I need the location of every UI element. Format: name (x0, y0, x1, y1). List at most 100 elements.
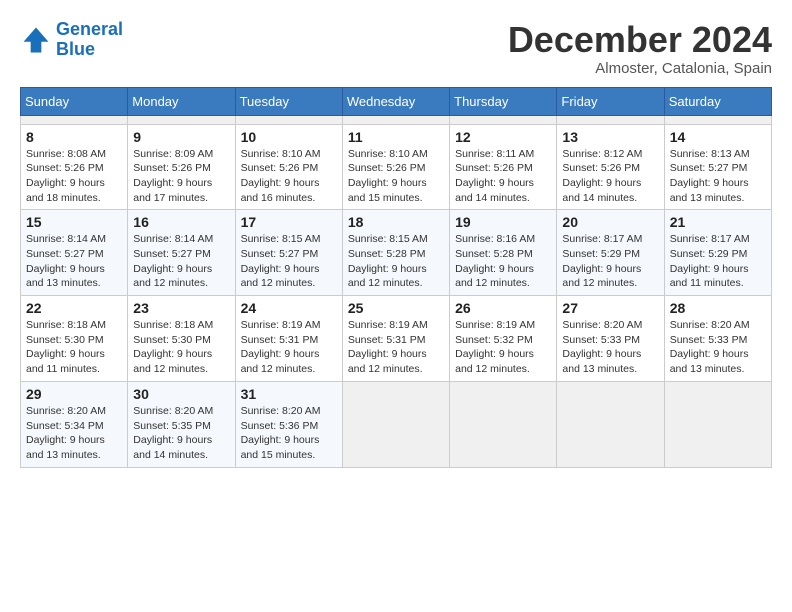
calendar-day-cell: 9 Sunrise: 8:09 AMSunset: 5:26 PMDaylight… (128, 124, 235, 210)
day-info: Sunrise: 8:20 AMSunset: 5:33 PMDaylight:… (562, 318, 658, 377)
weekday-header: Friday (557, 87, 664, 115)
calendar-day-cell: 15 Sunrise: 8:14 AMSunset: 5:27 PMDayligh… (21, 210, 128, 296)
day-info: Sunrise: 8:19 AMSunset: 5:31 PMDaylight:… (241, 318, 337, 377)
day-info: Sunrise: 8:10 AMSunset: 5:26 PMDaylight:… (241, 147, 337, 206)
weekday-header: Thursday (450, 87, 557, 115)
calendar-week-row: 22 Sunrise: 8:18 AMSunset: 5:30 PMDayligh… (21, 296, 772, 382)
calendar-day-cell: 21 Sunrise: 8:17 AMSunset: 5:29 PMDayligh… (664, 210, 771, 296)
weekday-header: Tuesday (235, 87, 342, 115)
day-info: Sunrise: 8:17 AMSunset: 5:29 PMDaylight:… (670, 232, 766, 291)
calendar-day-cell: 27 Sunrise: 8:20 AMSunset: 5:33 PMDayligh… (557, 296, 664, 382)
calendar-day-cell (128, 115, 235, 124)
calendar-day-cell (21, 115, 128, 124)
page-header: General Blue December 2024 Almoster, Cat… (20, 20, 772, 77)
day-number: 8 (26, 129, 122, 145)
day-number: 22 (26, 300, 122, 316)
calendar-day-cell: 8 Sunrise: 8:08 AMSunset: 5:26 PMDaylight… (21, 124, 128, 210)
day-info: Sunrise: 8:15 AMSunset: 5:27 PMDaylight:… (241, 232, 337, 291)
day-info: Sunrise: 8:16 AMSunset: 5:28 PMDaylight:… (455, 232, 551, 291)
logo: General Blue (20, 20, 123, 60)
day-number: 30 (133, 386, 229, 402)
calendar-header: SundayMondayTuesdayWednesdayThursdayFrid… (21, 87, 772, 115)
day-number: 10 (241, 129, 337, 145)
calendar-week-row: 29 Sunrise: 8:20 AMSunset: 5:34 PMDayligh… (21, 381, 772, 467)
calendar-day-cell: 28 Sunrise: 8:20 AMSunset: 5:33 PMDayligh… (664, 296, 771, 382)
calendar-day-cell: 25 Sunrise: 8:19 AMSunset: 5:31 PMDayligh… (342, 296, 449, 382)
calendar-day-cell (342, 381, 449, 467)
calendar-week-row: 8 Sunrise: 8:08 AMSunset: 5:26 PMDaylight… (21, 124, 772, 210)
day-info: Sunrise: 8:18 AMSunset: 5:30 PMDaylight:… (133, 318, 229, 377)
calendar-day-cell: 12 Sunrise: 8:11 AMSunset: 5:26 PMDayligh… (450, 124, 557, 210)
day-info: Sunrise: 8:17 AMSunset: 5:29 PMDaylight:… (562, 232, 658, 291)
calendar-day-cell: 31 Sunrise: 8:20 AMSunset: 5:36 PMDayligh… (235, 381, 342, 467)
day-number: 23 (133, 300, 229, 316)
calendar-day-cell: 24 Sunrise: 8:19 AMSunset: 5:31 PMDayligh… (235, 296, 342, 382)
day-number: 19 (455, 214, 551, 230)
calendar-day-cell: 17 Sunrise: 8:15 AMSunset: 5:27 PMDayligh… (235, 210, 342, 296)
day-info: Sunrise: 8:10 AMSunset: 5:26 PMDaylight:… (348, 147, 444, 206)
calendar-day-cell: 23 Sunrise: 8:18 AMSunset: 5:30 PMDayligh… (128, 296, 235, 382)
weekday-header: Monday (128, 87, 235, 115)
calendar-day-cell: 20 Sunrise: 8:17 AMSunset: 5:29 PMDayligh… (557, 210, 664, 296)
day-number: 12 (455, 129, 551, 145)
calendar-day-cell: 18 Sunrise: 8:15 AMSunset: 5:28 PMDayligh… (342, 210, 449, 296)
day-number: 27 (562, 300, 658, 316)
day-number: 9 (133, 129, 229, 145)
day-number: 24 (241, 300, 337, 316)
day-info: Sunrise: 8:14 AMSunset: 5:27 PMDaylight:… (133, 232, 229, 291)
calendar-day-cell: 19 Sunrise: 8:16 AMSunset: 5:28 PMDayligh… (450, 210, 557, 296)
day-info: Sunrise: 8:18 AMSunset: 5:30 PMDaylight:… (26, 318, 122, 377)
day-number: 31 (241, 386, 337, 402)
calendar-day-cell: 11 Sunrise: 8:10 AMSunset: 5:26 PMDayligh… (342, 124, 449, 210)
calendar-day-cell: 13 Sunrise: 8:12 AMSunset: 5:26 PMDayligh… (557, 124, 664, 210)
day-number: 15 (26, 214, 122, 230)
day-number: 16 (133, 214, 229, 230)
day-number: 14 (670, 129, 766, 145)
day-number: 26 (455, 300, 551, 316)
calendar-day-cell: 16 Sunrise: 8:14 AMSunset: 5:27 PMDayligh… (128, 210, 235, 296)
day-info: Sunrise: 8:20 AMSunset: 5:34 PMDaylight:… (26, 404, 122, 463)
day-info: Sunrise: 8:20 AMSunset: 5:36 PMDaylight:… (241, 404, 337, 463)
day-number: 29 (26, 386, 122, 402)
calendar-day-cell (342, 115, 449, 124)
day-number: 25 (348, 300, 444, 316)
day-number: 20 (562, 214, 658, 230)
day-info: Sunrise: 8:09 AMSunset: 5:26 PMDaylight:… (133, 147, 229, 206)
calendar-day-cell: 26 Sunrise: 8:19 AMSunset: 5:32 PMDayligh… (450, 296, 557, 382)
day-info: Sunrise: 8:11 AMSunset: 5:26 PMDaylight:… (455, 147, 551, 206)
day-info: Sunrise: 8:19 AMSunset: 5:32 PMDaylight:… (455, 318, 551, 377)
calendar-table: SundayMondayTuesdayWednesdayThursdayFrid… (20, 87, 772, 468)
day-info: Sunrise: 8:12 AMSunset: 5:26 PMDaylight:… (562, 147, 658, 206)
day-number: 11 (348, 129, 444, 145)
day-info: Sunrise: 8:20 AMSunset: 5:35 PMDaylight:… (133, 404, 229, 463)
weekday-row: SundayMondayTuesdayWednesdayThursdayFrid… (21, 87, 772, 115)
calendar-day-cell (235, 115, 342, 124)
calendar-day-cell (450, 381, 557, 467)
calendar-day-cell: 10 Sunrise: 8:10 AMSunset: 5:26 PMDayligh… (235, 124, 342, 210)
month-title: December 2024 (508, 20, 772, 60)
day-info: Sunrise: 8:19 AMSunset: 5:31 PMDaylight:… (348, 318, 444, 377)
logo-text: General Blue (56, 20, 123, 60)
day-number: 28 (670, 300, 766, 316)
day-number: 18 (348, 214, 444, 230)
calendar-day-cell (557, 115, 664, 124)
calendar-week-row: 15 Sunrise: 8:14 AMSunset: 5:27 PMDayligh… (21, 210, 772, 296)
day-info: Sunrise: 8:13 AMSunset: 5:27 PMDaylight:… (670, 147, 766, 206)
day-info: Sunrise: 8:14 AMSunset: 5:27 PMDaylight:… (26, 232, 122, 291)
calendar-day-cell: 29 Sunrise: 8:20 AMSunset: 5:34 PMDayligh… (21, 381, 128, 467)
day-number: 17 (241, 214, 337, 230)
location-subtitle: Almoster, Catalonia, Spain (508, 60, 772, 77)
weekday-header: Wednesday (342, 87, 449, 115)
calendar-day-cell (664, 381, 771, 467)
day-number: 13 (562, 129, 658, 145)
day-info: Sunrise: 8:15 AMSunset: 5:28 PMDaylight:… (348, 232, 444, 291)
calendar-day-cell: 22 Sunrise: 8:18 AMSunset: 5:30 PMDayligh… (21, 296, 128, 382)
day-number: 21 (670, 214, 766, 230)
calendar-day-cell (450, 115, 557, 124)
day-info: Sunrise: 8:20 AMSunset: 5:33 PMDaylight:… (670, 318, 766, 377)
logo-icon (20, 24, 52, 56)
calendar-day-cell (557, 381, 664, 467)
calendar-day-cell: 30 Sunrise: 8:20 AMSunset: 5:35 PMDayligh… (128, 381, 235, 467)
weekday-header: Sunday (21, 87, 128, 115)
day-info: Sunrise: 8:08 AMSunset: 5:26 PMDaylight:… (26, 147, 122, 206)
